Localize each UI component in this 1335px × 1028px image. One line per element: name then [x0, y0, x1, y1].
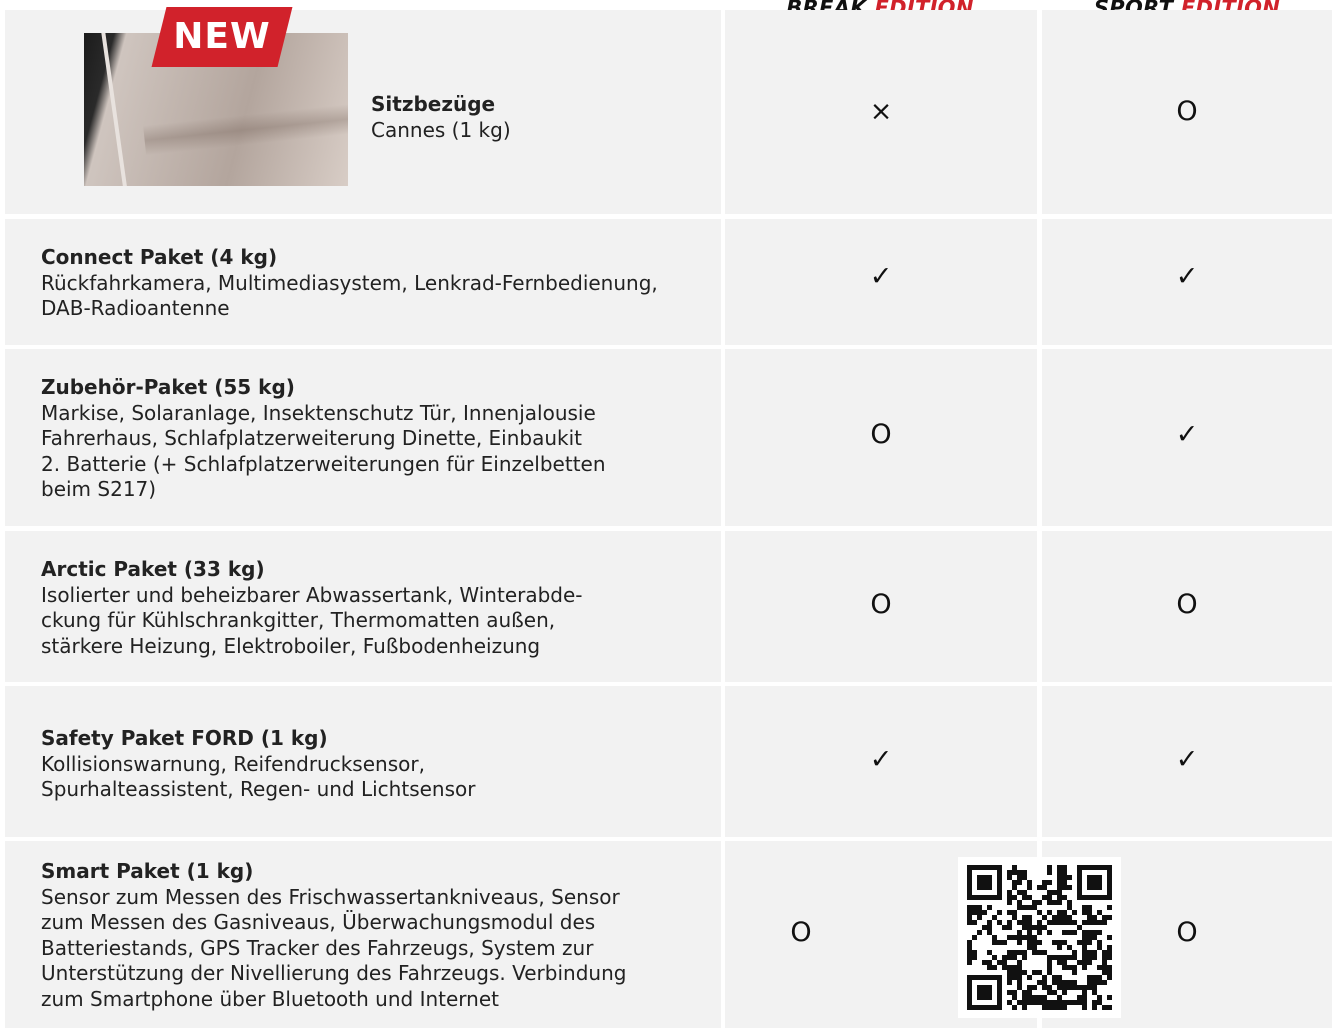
- table-row: Connect Paket (4 kg) Rückfahrkamera, Mul…: [0, 219, 1335, 345]
- row-title: Connect Paket (4 kg): [41, 245, 278, 269]
- description-cell: NEW Sitzbezüge Cannes (1 kg): [5, 7, 721, 214]
- sport-edition-cell: O: [1042, 531, 1332, 682]
- sport-edition-cell: ✓: [1042, 219, 1332, 345]
- optional-icon: O: [870, 589, 892, 620]
- row-description: Rückfahrkamera, Multimediasystem, Lenkra…: [41, 270, 658, 321]
- row-description: Sensor zum Messen des Frischwassertankni…: [41, 884, 627, 1011]
- break-edition-cell: O: [725, 531, 1037, 682]
- description-cell: Smart Paket (1 kg) Sensor zum Messen des…: [5, 841, 721, 1028]
- optional-icon: O: [1176, 96, 1198, 127]
- checkmark-icon: ✓: [1175, 744, 1199, 775]
- table-row: NEW Sitzbezüge Cannes (1 kg) × O: [0, 7, 1335, 214]
- break-edition-cell: ✓: [725, 686, 1037, 837]
- new-badge-label: NEW: [173, 16, 271, 57]
- break-edition-cell: ×: [725, 10, 1037, 214]
- checkmark-icon: ✓: [1175, 261, 1199, 292]
- table-row: Smart Paket (1 kg) Sensor zum Messen des…: [0, 841, 1335, 1028]
- sport-edition-cell: ✓: [1042, 686, 1332, 837]
- row-title: Smart Paket (1 kg): [41, 859, 254, 883]
- qr-code-image: [967, 865, 1112, 1010]
- optional-icon: O: [790, 917, 812, 948]
- row-title: Zubehör-Paket (55 kg): [41, 375, 295, 399]
- row-description: Markise, Solaranlage, Insektenschutz Tür…: [41, 400, 606, 502]
- optional-icon: O: [1176, 589, 1198, 620]
- equipment-table: NEW Sitzbezüge Cannes (1 kg) × O Connect…: [0, 0, 1335, 1028]
- table-row: Zubehör-Paket (55 kg) Markise, Solaranla…: [0, 349, 1335, 526]
- row-description: Cannes (1 kg): [371, 117, 511, 142]
- row-description: Kollisionswarnung, Reifendrucksensor, Sp…: [41, 751, 476, 802]
- row-description: Isolierter und beheizbarer Abwassertank,…: [41, 582, 583, 658]
- row-title: Safety Paket FORD (1 kg): [41, 726, 328, 750]
- row-title: Arctic Paket (33 kg): [41, 557, 265, 581]
- table-row: Arctic Paket (33 kg) Isolierter und behe…: [0, 531, 1335, 682]
- break-edition-cell: ✓: [725, 219, 1037, 345]
- row-title: Sitzbezüge: [371, 92, 496, 116]
- optional-icon: O: [870, 419, 892, 450]
- break-edition-cell: O: [725, 349, 1037, 526]
- sport-edition-cell: O: [1042, 10, 1332, 214]
- qr-code[interactable]: [958, 857, 1121, 1018]
- table-row: Safety Paket FORD (1 kg) Kollisionswarnu…: [0, 686, 1335, 837]
- not-available-icon: ×: [869, 96, 893, 127]
- description-cell: Zubehör-Paket (55 kg) Markise, Solaranla…: [5, 349, 721, 526]
- description-cell: Safety Paket FORD (1 kg) Kollisionswarnu…: [5, 686, 721, 837]
- checkmark-icon: ✓: [869, 744, 893, 775]
- description-cell: Arctic Paket (33 kg) Isolierter und behe…: [5, 531, 721, 682]
- description-cell: Connect Paket (4 kg) Rückfahrkamera, Mul…: [5, 219, 721, 345]
- checkmark-icon: ✓: [1175, 419, 1199, 450]
- checkmark-icon: ✓: [869, 261, 893, 292]
- sport-edition-cell: ✓: [1042, 349, 1332, 526]
